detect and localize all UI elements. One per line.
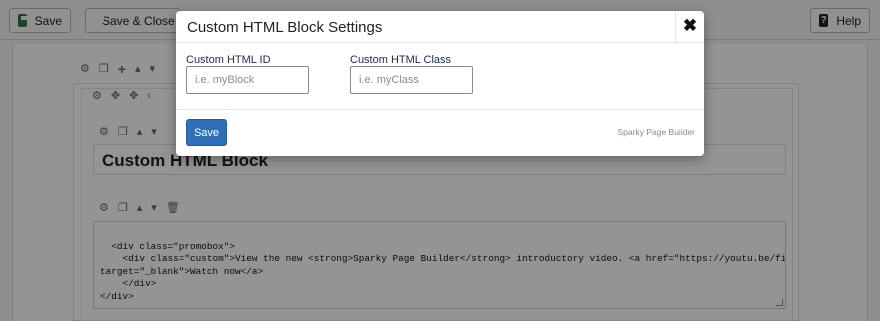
modal-title: Custom HTML Block Settings — [187, 19, 383, 36]
custom-html-id-input[interactable] — [186, 66, 309, 94]
custom-html-class-label: Custom HTML Class — [350, 54, 452, 66]
modal-save-button[interactable]: Save — [186, 119, 227, 146]
brand-label: Sparky Page Builder — [617, 127, 696, 137]
modal-footer-divider — [176, 109, 704, 110]
custom-html-id-label: Custom HTML ID — [186, 54, 271, 66]
modal-header: Custom HTML Block Settings ✖ — [176, 11, 704, 43]
close-icon[interactable]: ✖ — [675, 11, 704, 42]
custom-html-class-input[interactable] — [350, 66, 473, 94]
settings-modal: Custom HTML Block Settings ✖ Custom HTML… — [176, 11, 704, 156]
